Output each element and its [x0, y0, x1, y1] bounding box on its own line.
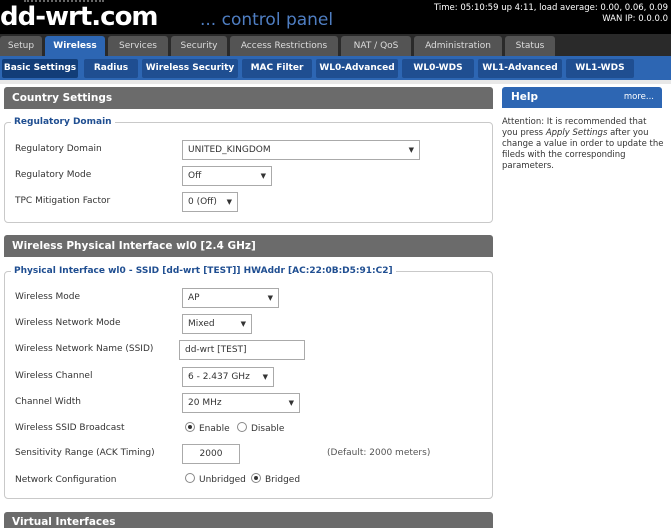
help-panel-header: Help more... — [502, 87, 662, 108]
wl0-interface-group: Physical Interface wl0 - SSID [dd-wrt [T… — [4, 266, 493, 499]
subtab-wl0-wds[interactable]: WL0-WDS — [402, 59, 474, 78]
wireless-network-mode-label: Wireless Network Mode — [15, 318, 121, 328]
ack-timing-input[interactable]: 2000 — [182, 444, 240, 464]
chevron-down-icon: ▼ — [288, 399, 294, 407]
wireless-mode-select[interactable]: AP ▼ — [182, 288, 279, 308]
tab-administration[interactable]: Administration — [414, 36, 502, 56]
uptime-status: Time: 05:10:59 up 4:11, load average: 0.… — [433, 3, 668, 13]
logo: dd-wrt.com — [0, 2, 159, 32]
ssid-label: Wireless Network Name (SSID) — [15, 344, 154, 354]
tab-access-restrictions[interactable]: Access Restrictions — [230, 36, 338, 56]
subtab-wl1-wds[interactable]: WL1-WDS — [566, 59, 634, 78]
wireless-mode-value: AP — [188, 293, 200, 303]
regulatory-domain-group: Regulatory Domain Regulatory Domain UNIT… — [4, 117, 493, 223]
regulatory-mode-select[interactable]: Off ▼ — [182, 166, 272, 186]
regulatory-mode-value: Off — [188, 171, 202, 181]
network-configuration-label: Network Configuration — [15, 475, 117, 485]
tab-security[interactable]: Security — [171, 36, 227, 56]
subtab-radius[interactable]: Radius — [84, 59, 138, 78]
tab-setup[interactable]: Setup — [0, 36, 42, 56]
wireless-channel-value: 6 - 2.437 GHz — [188, 372, 250, 382]
wan-ip-status: WAN IP: 0.0.0.0 — [602, 14, 668, 24]
network-unbridged-label: Unbridged — [199, 475, 246, 485]
chevron-down-icon: ▼ — [226, 198, 232, 206]
wireless-network-mode-select[interactable]: Mixed ▼ — [182, 314, 252, 334]
tpc-mitigation-label: TPC Mitigation Factor — [15, 196, 111, 206]
sub-tab-bar: Basic Settings Radius Wireless Security … — [0, 56, 671, 80]
ssid-broadcast-label: Wireless SSID Broadcast — [15, 423, 125, 433]
main-tab-bar: Setup Wireless Services Security Access … — [0, 34, 671, 56]
ssid-broadcast-disable-label: Disable — [251, 424, 285, 434]
network-unbridged-radio[interactable] — [185, 473, 195, 483]
wireless-channel-select[interactable]: 6 - 2.437 GHz ▼ — [182, 367, 274, 387]
regulatory-domain-label: Regulatory Domain — [15, 144, 102, 154]
help-more-link[interactable]: more... — [624, 87, 654, 108]
ssid-broadcast-disable-radio[interactable] — [237, 422, 247, 432]
wireless-mode-label: Wireless Mode — [15, 292, 81, 302]
header: dd-wrt.com ... control panel Time: 05:10… — [0, 0, 671, 34]
subtab-wl1-advanced[interactable]: WL1-Advanced — [478, 59, 562, 78]
channel-width-value: 20 MHz — [188, 398, 222, 408]
channel-width-label: Channel Width — [15, 397, 81, 407]
chevron-down-icon: ▼ — [260, 172, 266, 180]
wireless-channel-label: Wireless Channel — [15, 371, 93, 381]
logo-subtitle: ... control panel — [200, 10, 334, 30]
network-bridged-label: Bridged — [265, 475, 301, 485]
country-settings-header: Country Settings — [4, 87, 493, 109]
wireless-network-mode-value: Mixed — [188, 319, 215, 329]
regulatory-domain-legend: Regulatory Domain — [11, 117, 115, 127]
chevron-down-icon: ▼ — [408, 146, 414, 154]
subtab-wireless-security[interactable]: Wireless Security — [142, 59, 238, 78]
help-title: Help — [511, 91, 539, 103]
subtab-wl0-advanced[interactable]: WL0-Advanced — [316, 59, 398, 78]
regulatory-mode-label: Regulatory Mode — [15, 170, 92, 180]
wl0-section-header: Wireless Physical Interface wl0 [2.4 GHz… — [4, 235, 493, 257]
tpc-mitigation-select[interactable]: 0 (Off) ▼ — [182, 192, 238, 212]
regulatory-domain-value: UNITED_KINGDOM — [188, 145, 271, 155]
tab-nat-qos[interactable]: NAT / QoS — [341, 36, 411, 56]
tab-wireless[interactable]: Wireless — [45, 36, 105, 56]
subtab-divider — [0, 80, 671, 84]
subtab-basic-settings[interactable]: Basic Settings — [2, 59, 78, 78]
chevron-down-icon: ▼ — [240, 320, 246, 328]
ack-timing-default-hint: (Default: 2000 meters) — [327, 448, 431, 458]
network-bridged-radio[interactable] — [251, 473, 261, 483]
tab-status[interactable]: Status — [505, 36, 555, 56]
regulatory-domain-select[interactable]: UNITED_KINGDOM ▼ — [182, 140, 420, 160]
tab-services[interactable]: Services — [108, 36, 168, 56]
chevron-down-icon: ▼ — [262, 373, 268, 381]
ssid-broadcast-enable-radio[interactable] — [185, 422, 195, 432]
virtual-interfaces-header: Virtual Interfaces — [4, 512, 493, 528]
help-text: Attention: It is recommended that you pr… — [502, 117, 664, 172]
subtab-mac-filter[interactable]: MAC Filter — [242, 59, 312, 78]
ssid-broadcast-enable-label: Enable — [199, 424, 230, 434]
wl0-interface-legend: Physical Interface wl0 - SSID [dd-wrt [T… — [11, 266, 396, 276]
channel-width-select[interactable]: 20 MHz ▼ — [182, 393, 300, 413]
help-text-emphasis: Apply Settings — [545, 128, 608, 138]
ack-timing-label: Sensitivity Range (ACK Timing) — [15, 448, 155, 458]
chevron-down-icon: ▼ — [267, 294, 273, 302]
tpc-mitigation-value: 0 (Off) — [188, 197, 217, 207]
ssid-input[interactable]: dd-wrt [TEST] — [179, 340, 305, 360]
